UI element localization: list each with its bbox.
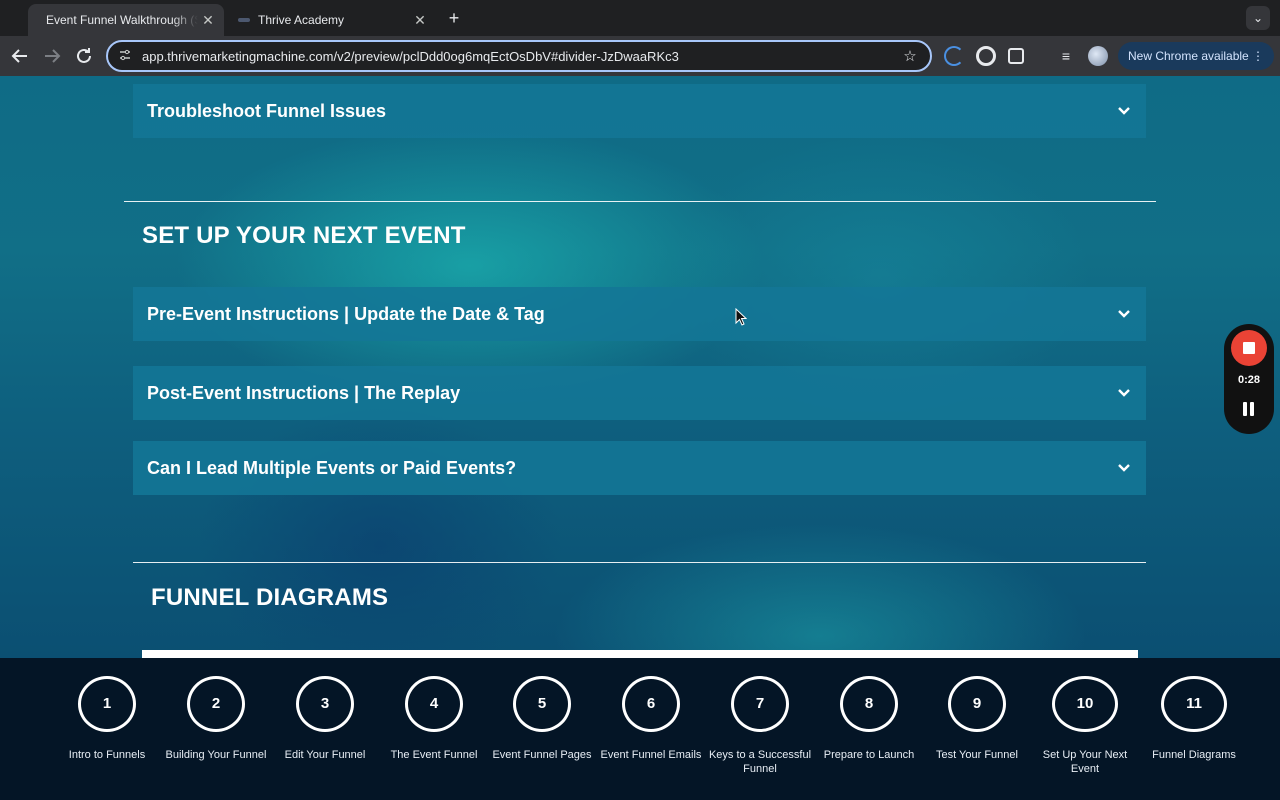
chrome-update-button[interactable]: New Chrome available ⋮ xyxy=(1118,42,1274,70)
step-number[interactable]: 9 xyxy=(948,676,1006,732)
chevron-down-icon xyxy=(1118,310,1130,318)
step-label: Intro to Funnels xyxy=(68,749,146,761)
step-item[interactable]: 7 Keys to a Successful Funnel xyxy=(705,676,815,776)
step-label: Event Funnel Emails xyxy=(600,749,702,761)
step-number[interactable]: 8 xyxy=(840,676,898,732)
step-number[interactable]: 5 xyxy=(513,676,571,732)
accordion-label: Post-Event Instructions | The Replay xyxy=(147,382,461,403)
more-menu-icon[interactable]: ⋮ xyxy=(1252,42,1264,70)
step-label: Set Up Your Next Event xyxy=(1042,749,1128,775)
step-item[interactable]: 10 Set Up Your Next Event xyxy=(1030,676,1140,776)
close-icon[interactable]: ✕ xyxy=(198,12,218,29)
step-number[interactable]: 4 xyxy=(405,676,463,732)
grammarly-icon[interactable] xyxy=(976,46,996,66)
step-number[interactable]: 1 xyxy=(78,676,136,732)
step-number[interactable]: 7 xyxy=(731,676,789,732)
step-item[interactable]: 9 Test Your Funnel xyxy=(922,676,1032,762)
url-text: app.thrivemarketingmachine.com/v2/previe… xyxy=(142,48,679,64)
chevron-down-icon xyxy=(1118,389,1130,397)
step-number[interactable]: 6 xyxy=(622,676,680,732)
tab-event-funnel-walkthrough[interactable]: Event Funnel Walkthrough (S ✕ xyxy=(28,4,224,36)
accordion-troubleshoot[interactable]: Troubleshoot Funnel Issues xyxy=(133,84,1146,138)
section-divider xyxy=(124,201,1156,202)
step-label: Funnel Diagrams xyxy=(1152,749,1236,761)
section-title-next-event: SET UP YOUR NEXT EVENT xyxy=(142,222,466,249)
accordion-label: Pre-Event Instructions | Update the Date… xyxy=(147,303,545,324)
step-item[interactable]: 1 Intro to Funnels xyxy=(52,676,162,762)
browser-toolbar: app.thrivemarketingmachine.com/v2/previe… xyxy=(0,36,1280,76)
step-label: The Event Funnel xyxy=(390,749,478,761)
extensions-puzzle-icon[interactable] xyxy=(1008,48,1024,64)
step-navigation: 1 Intro to Funnels 2 Building Your Funne… xyxy=(0,658,1280,800)
close-icon[interactable]: ✕ xyxy=(410,12,430,29)
tab-thrive-academy[interactable]: Thrive Academy ✕ xyxy=(230,4,436,36)
step-label: Building Your Funnel xyxy=(165,749,267,761)
accordion-label: Troubleshoot Funnel Issues xyxy=(147,100,387,121)
favicon-icon xyxy=(238,18,250,22)
step-number[interactable]: 3 xyxy=(296,676,354,732)
step-label: Prepare to Launch xyxy=(823,749,915,761)
screen-recorder-widget: 0:28 xyxy=(1224,324,1274,434)
profile-avatar[interactable] xyxy=(1088,46,1108,66)
site-settings-icon[interactable] xyxy=(118,48,132,65)
page-content: Troubleshoot Funnel Issues SET UP YOUR N… xyxy=(0,76,1280,658)
reading-list-icon[interactable]: ≡ xyxy=(1056,46,1076,66)
step-item[interactable]: 8 Prepare to Launch xyxy=(814,676,924,762)
tab-title: Event Funnel Walkthrough (S xyxy=(46,13,198,27)
step-item[interactable]: 4 The Event Funnel xyxy=(379,676,489,762)
tab-search-icon[interactable]: ⌄ xyxy=(1246,6,1270,30)
tab-strip: Event Funnel Walkthrough (S ✕ Thrive Aca… xyxy=(0,0,1280,36)
chevron-down-icon xyxy=(1118,464,1130,472)
step-item[interactable]: 2 Building Your Funnel xyxy=(161,676,271,762)
accordion-label: Can I Lead Multiple Events or Paid Event… xyxy=(147,457,517,478)
back-icon[interactable] xyxy=(8,44,32,68)
step-number[interactable]: 10 xyxy=(1052,676,1118,732)
stop-recording-button[interactable] xyxy=(1231,330,1267,366)
pause-icon[interactable] xyxy=(1242,402,1256,416)
new-tab-icon[interactable]: + xyxy=(444,8,464,28)
step-item[interactable]: 11 Funnel Diagrams xyxy=(1139,676,1249,762)
bookmark-star-icon[interactable]: ☆ xyxy=(900,47,920,65)
accordion-pre-event[interactable]: Pre-Event Instructions | Update the Date… xyxy=(133,287,1146,341)
forward-icon[interactable] xyxy=(40,44,64,68)
diagram-panel xyxy=(142,650,1138,658)
update-label: New Chrome available xyxy=(1128,49,1249,63)
address-bar[interactable]: app.thrivemarketingmachine.com/v2/previe… xyxy=(106,40,932,72)
step-label: Event Funnel Pages xyxy=(492,749,592,761)
step-item[interactable]: 6 Event Funnel Emails xyxy=(596,676,706,762)
recording-timer: 0:28 xyxy=(1237,374,1261,386)
accordion-multiple-events[interactable]: Can I Lead Multiple Events or Paid Event… xyxy=(133,441,1146,495)
tab-title: Thrive Academy xyxy=(258,13,345,27)
step-item[interactable]: 3 Edit Your Funnel xyxy=(270,676,380,762)
step-item[interactable]: 5 Event Funnel Pages xyxy=(487,676,597,762)
chevron-down-icon xyxy=(1118,107,1130,115)
mouse-cursor-icon xyxy=(735,308,747,326)
accordion-post-event[interactable]: Post-Event Instructions | The Replay xyxy=(133,366,1146,420)
reload-icon[interactable] xyxy=(72,44,96,68)
step-label: Edit Your Funnel xyxy=(284,749,366,761)
step-number[interactable]: 2 xyxy=(187,676,245,732)
section-divider xyxy=(133,562,1146,563)
step-label: Test Your Funnel xyxy=(936,749,1018,761)
step-number[interactable]: 11 xyxy=(1161,676,1227,732)
step-label: Keys to a Successful Funnel xyxy=(708,749,812,775)
section-title-funnel-diagrams: FUNNEL DIAGRAMS xyxy=(151,584,389,611)
extension-icon[interactable] xyxy=(944,46,964,66)
